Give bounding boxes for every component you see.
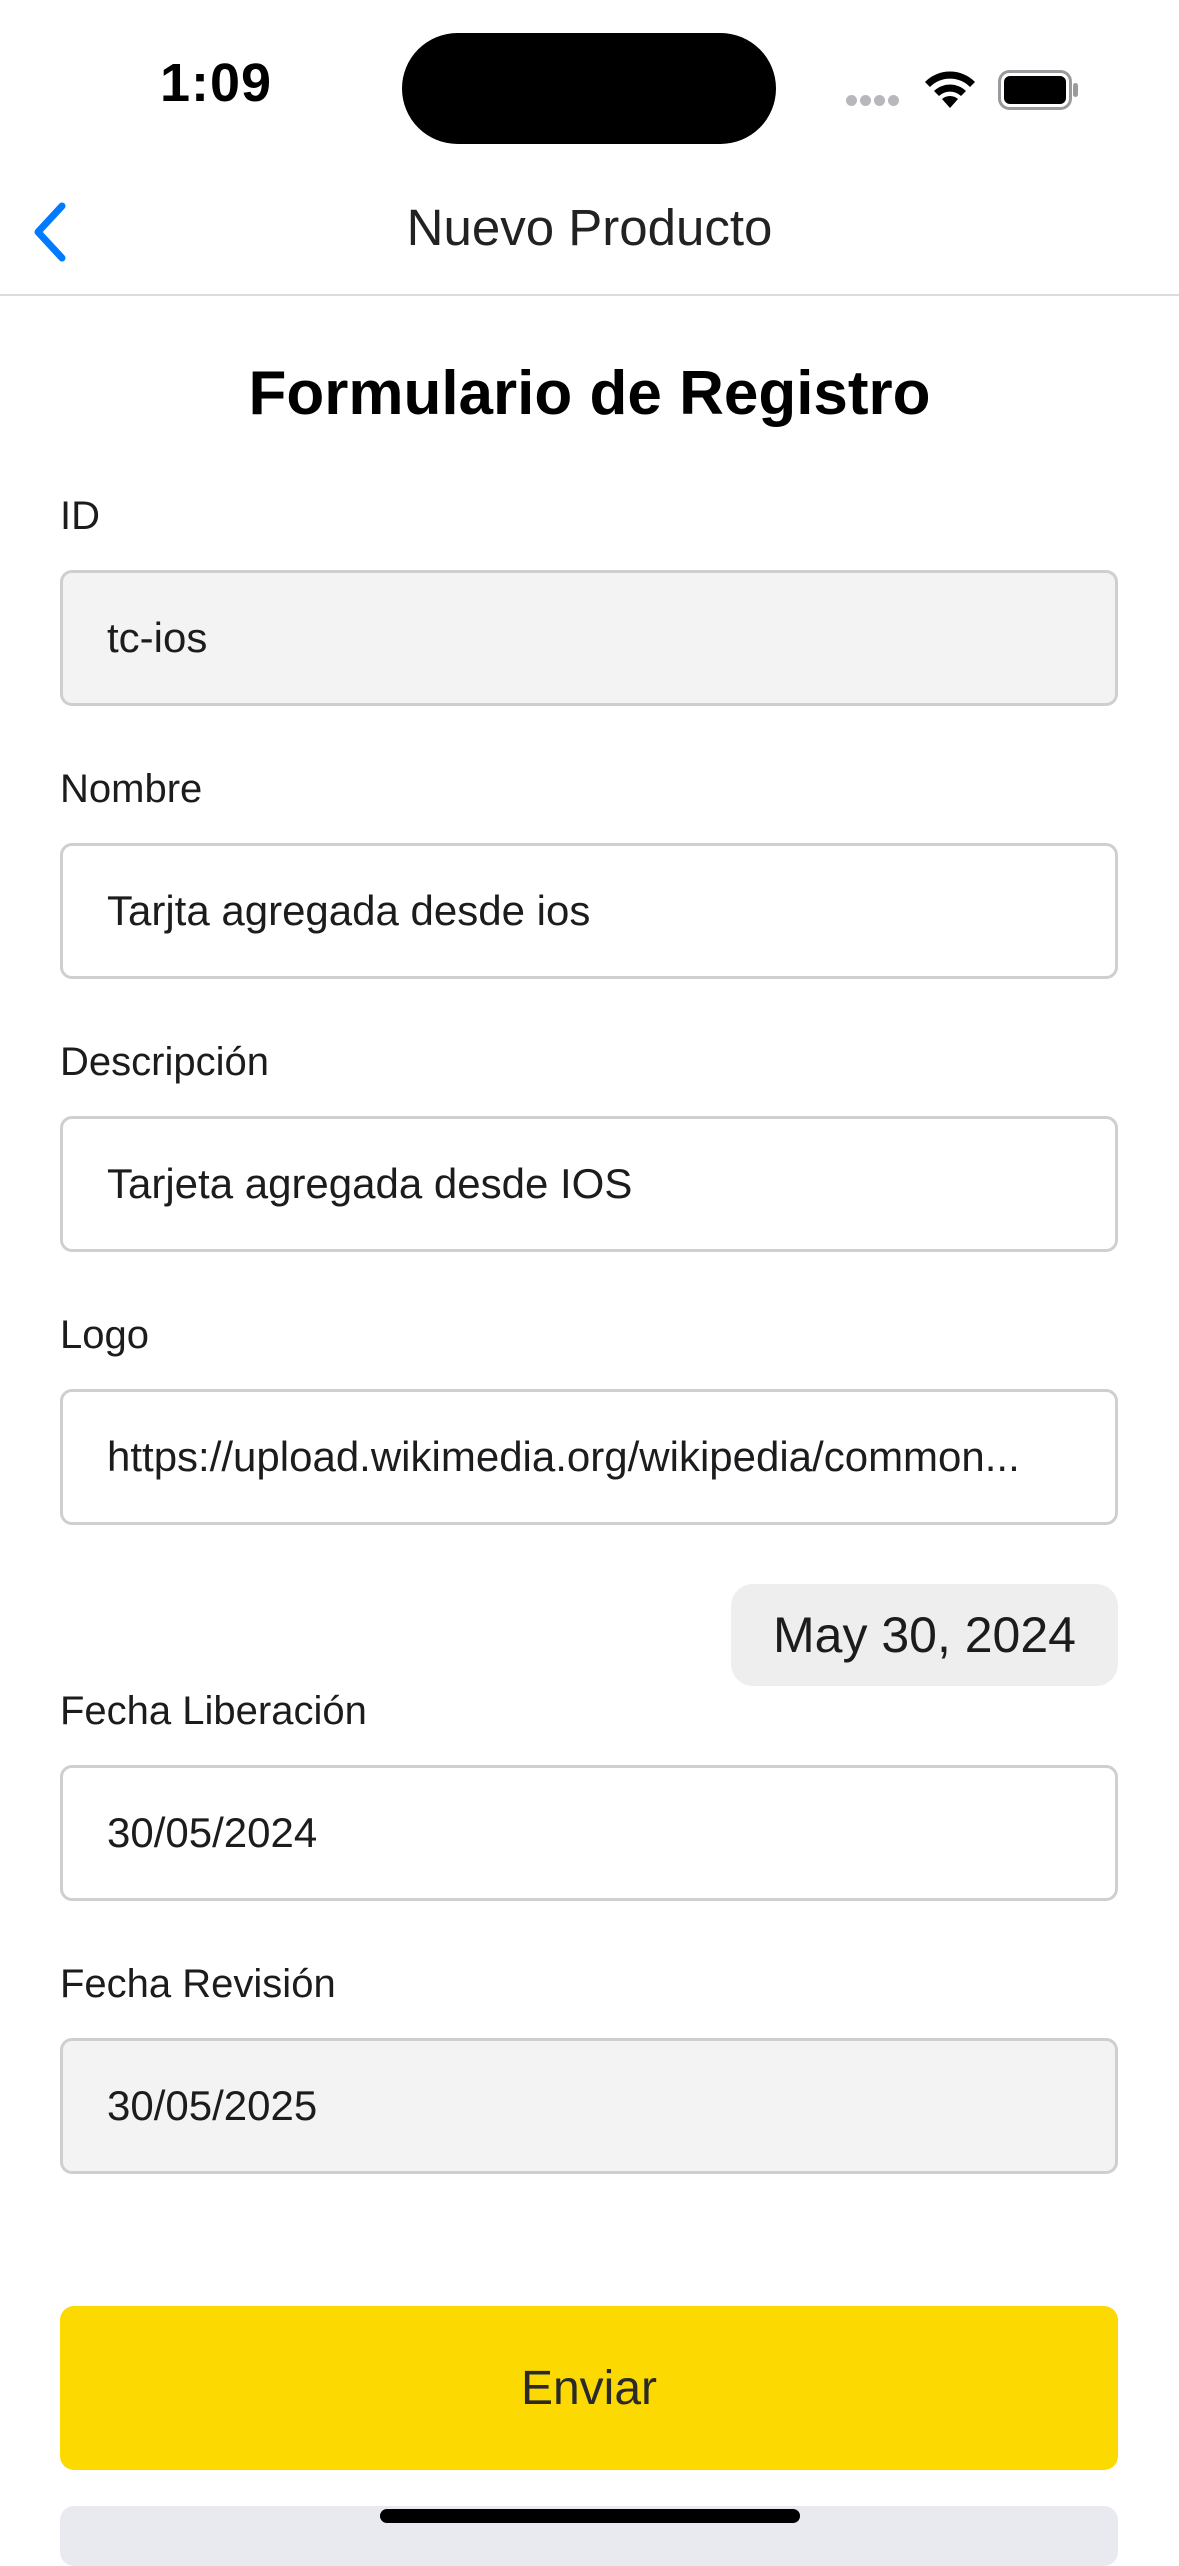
fecha-revision-value: 30/05/2025 [107,2082,318,2129]
home-indicator [380,2509,800,2523]
fecha-revision-label: Fecha Revisión [60,1962,336,2006]
id-label: ID [60,494,100,538]
form-title: Formulario de Registro [248,359,931,428]
nav-title: Nuevo Producto [406,199,773,256]
fecha-liberacion-label: Fecha Liberación [60,1689,367,1733]
fecha-liberacion-value: 30/05/2024 [107,1809,318,1856]
cellular-signal-icon [846,93,902,111]
descripcion-label: Descripción [60,1040,269,1084]
logo-value: https://upload.wikimedia.org/wikipedia/c… [107,1433,1020,1480]
logo-label: Logo [60,1313,149,1357]
nombre-value: Tarjta agregada desde ios [107,887,591,934]
status-bar: 1:09 [0,0,1179,170]
fecha-revision-field: 30/05/2025 [60,2038,1118,2174]
wifi-icon [925,71,975,108]
battery-icon [998,70,1078,110]
id-value: tc-ios [107,614,208,661]
navigation-bar: Nuevo Producto [0,170,1179,296]
fecha-liberacion-field[interactable]: 30/05/2024 [60,1765,1118,1901]
nombre-field[interactable]: Tarjta agregada desde ios [60,843,1118,979]
descripcion-field[interactable]: Tarjeta agregada desde IOS [60,1116,1118,1252]
id-field: tc-ios [60,570,1118,706]
descripcion-value: Tarjeta agregada desde IOS [107,1160,633,1207]
date-picker[interactable]: May 30, 2024 [731,1584,1118,1686]
logo-field[interactable]: https://upload.wikimedia.org/wikipedia/c… [60,1389,1118,1525]
nombre-label: Nombre [60,767,203,811]
submit-button[interactable]: Enviar [60,2306,1118,2470]
status-time: 1:09 [160,53,273,113]
dynamic-island [402,33,776,144]
